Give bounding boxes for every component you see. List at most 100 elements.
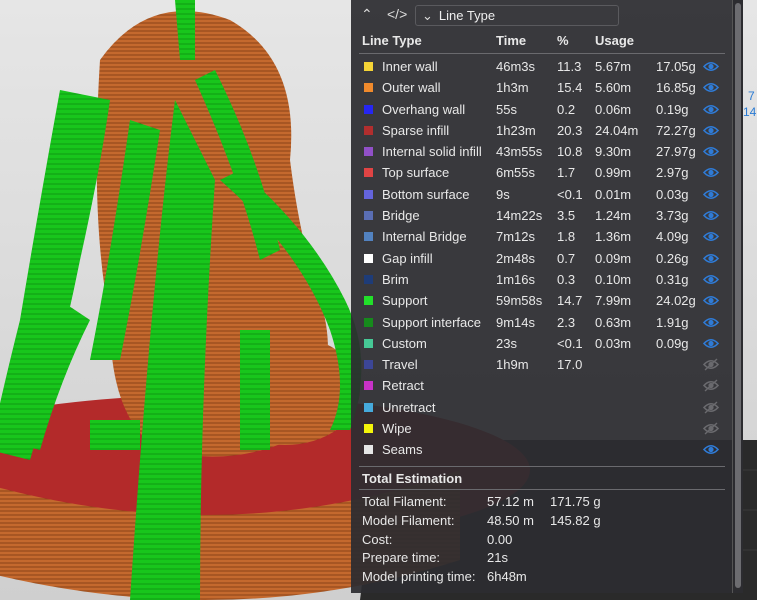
line-type-percent: 0.7 xyxy=(557,250,576,266)
line-type-length: 9.30m xyxy=(595,144,632,160)
eye-icon[interactable] xyxy=(703,316,719,329)
line-type-time: 1h3m xyxy=(496,80,529,96)
color-swatch xyxy=(364,338,373,348)
panel-scrollbar[interactable] xyxy=(733,0,743,593)
view-type-dropdown[interactable]: ⌄ Line Type xyxy=(415,5,619,26)
header-percent: % xyxy=(557,33,569,48)
line-type-time: 59m58s xyxy=(496,293,543,309)
line-type-row[interactable]: Support 59m58s 14.7 7.99m 24.02g xyxy=(351,290,732,311)
double-chevron-up-icon[interactable]: ⌃ xyxy=(361,6,373,23)
line-type-row[interactable]: Travel 1h9m 17.0 xyxy=(351,354,732,375)
line-type-length: 5.67m xyxy=(595,59,632,74)
line-type-row[interactable]: Retract xyxy=(351,375,732,396)
line-type-row[interactable]: Inner wall 46m3s 11.3 5.67m 17.05g xyxy=(351,56,732,77)
divider xyxy=(359,489,725,490)
line-type-length: 1.36m xyxy=(595,229,632,245)
line-type-row[interactable]: Top surface 6m55s 1.7 0.99m 2.97g xyxy=(351,162,732,183)
total-label: Model Filament: xyxy=(362,512,455,528)
line-type-row[interactable]: Outer wall 1h3m 15.4 5.60m 16.85g xyxy=(351,77,732,98)
line-type-row[interactable]: Gap infill 2m48s 0.7 0.09m 0.26g xyxy=(351,248,732,269)
total-estimation-title: Total Estimation xyxy=(362,471,463,486)
chevron-down-icon: ⌄ xyxy=(422,8,433,23)
line-type-name: Seams xyxy=(382,442,423,458)
line-type-row[interactable]: Wipe xyxy=(351,418,732,439)
header-line-type: Line Type xyxy=(362,33,422,48)
line-type-percent: <0.1 xyxy=(557,186,583,202)
line-type-percent: 10.8 xyxy=(557,144,583,160)
line-type-weight: 17.05g xyxy=(656,59,696,74)
eye-icon[interactable] xyxy=(703,60,719,73)
header-usage: Usage xyxy=(595,33,635,48)
eye-hidden-icon[interactable] xyxy=(703,379,719,392)
line-type-time: 14m22s xyxy=(496,208,543,224)
line-type-length: 0.99m xyxy=(595,165,632,181)
eye-icon[interactable] xyxy=(703,443,719,456)
line-type-length: 0.03m xyxy=(595,335,632,351)
color-swatch xyxy=(364,211,373,221)
line-type-length: 7.99m xyxy=(595,293,632,309)
line-type-length: 0.01m xyxy=(595,186,632,202)
line-type-name: Wipe xyxy=(382,421,412,437)
line-type-time: 43m55s xyxy=(496,144,543,160)
eye-icon[interactable] xyxy=(703,124,719,137)
color-swatch xyxy=(364,274,373,284)
eye-icon[interactable] xyxy=(703,166,719,179)
eye-icon[interactable] xyxy=(703,252,719,265)
eye-icon[interactable] xyxy=(703,188,719,201)
eye-hidden-icon[interactable] xyxy=(703,358,719,371)
line-type-name: Support interface xyxy=(382,314,482,330)
color-swatch xyxy=(364,424,373,434)
color-swatch xyxy=(364,360,373,370)
code-brackets-icon[interactable]: </> xyxy=(387,6,407,22)
divider xyxy=(359,466,725,467)
eye-hidden-icon[interactable] xyxy=(703,422,719,435)
line-type-percent: 20.3 xyxy=(557,122,583,138)
line-type-name: Gap infill xyxy=(382,250,433,266)
line-type-time: 23s xyxy=(496,335,517,351)
line-type-row[interactable]: Bridge 14m22s 3.5 1.24m 3.73g xyxy=(351,205,732,226)
line-type-weight: 1.91g xyxy=(656,314,689,330)
color-swatch xyxy=(364,402,373,412)
line-type-length: 24.04m xyxy=(595,122,639,138)
line-type-row[interactable]: Bottom surface 9s <0.1 0.01m 0.03g xyxy=(351,184,732,205)
line-type-row[interactable]: Sparse infill 1h23m 20.3 24.04m 72.27g xyxy=(351,120,732,141)
total-value: 21s xyxy=(487,550,508,566)
line-type-row[interactable]: Brim 1m16s 0.3 0.10m 0.31g xyxy=(351,269,732,290)
eye-icon[interactable] xyxy=(703,273,719,286)
line-type-row[interactable]: Custom 23s <0.1 0.03m 0.09g xyxy=(351,333,732,354)
eye-icon[interactable] xyxy=(703,337,719,350)
line-type-weight: 0.09g xyxy=(656,335,689,351)
total-row: Cost: 0.00 xyxy=(362,531,732,550)
total-value: 48.50 m xyxy=(487,512,534,528)
line-type-row[interactable]: Overhang wall 55s 0.2 0.06m 0.19g xyxy=(351,99,732,120)
scrollbar-thumb[interactable] xyxy=(735,3,741,588)
total-label: Model printing time: xyxy=(362,569,476,585)
line-type-name: Overhang wall xyxy=(382,101,466,117)
eye-icon[interactable] xyxy=(703,145,719,158)
line-type-row[interactable]: Unretract xyxy=(351,397,732,418)
line-type-row[interactable]: Support interface 9m14s 2.3 0.63m 1.91g xyxy=(351,312,732,333)
line-type-length: 5.60m xyxy=(595,80,632,96)
line-type-name: Internal Bridge xyxy=(382,229,467,245)
eye-icon[interactable] xyxy=(703,103,719,116)
line-type-name: Top surface xyxy=(382,165,450,181)
total-row: Prepare time: 21s xyxy=(362,549,732,568)
line-type-name: Sparse infill xyxy=(382,122,450,138)
eye-icon[interactable] xyxy=(703,209,719,222)
line-type-row[interactable]: Internal Bridge 7m12s 1.8 1.36m 4.09g xyxy=(351,226,732,247)
line-type-row[interactable]: Internal solid infill 43m55s 10.8 9.30m 27.9… xyxy=(351,141,732,162)
total-row: Model printing time: 6h48m xyxy=(362,568,732,587)
color-swatch xyxy=(364,317,373,327)
side-number-2: 14 xyxy=(743,105,757,119)
line-type-time: 46m3s xyxy=(496,59,536,74)
line-type-percent: 1.8 xyxy=(557,229,576,245)
line-type-weight: 0.26g xyxy=(656,250,689,266)
eye-icon[interactable] xyxy=(703,230,719,243)
line-type-row[interactable]: Seams xyxy=(351,439,732,460)
line-type-name: Retract xyxy=(382,378,424,394)
line-type-weight: 72.27g xyxy=(656,122,696,138)
eye-icon[interactable] xyxy=(703,294,719,307)
line-type-name: Support xyxy=(382,293,428,309)
eye-icon[interactable] xyxy=(703,81,719,94)
eye-hidden-icon[interactable] xyxy=(703,401,719,414)
